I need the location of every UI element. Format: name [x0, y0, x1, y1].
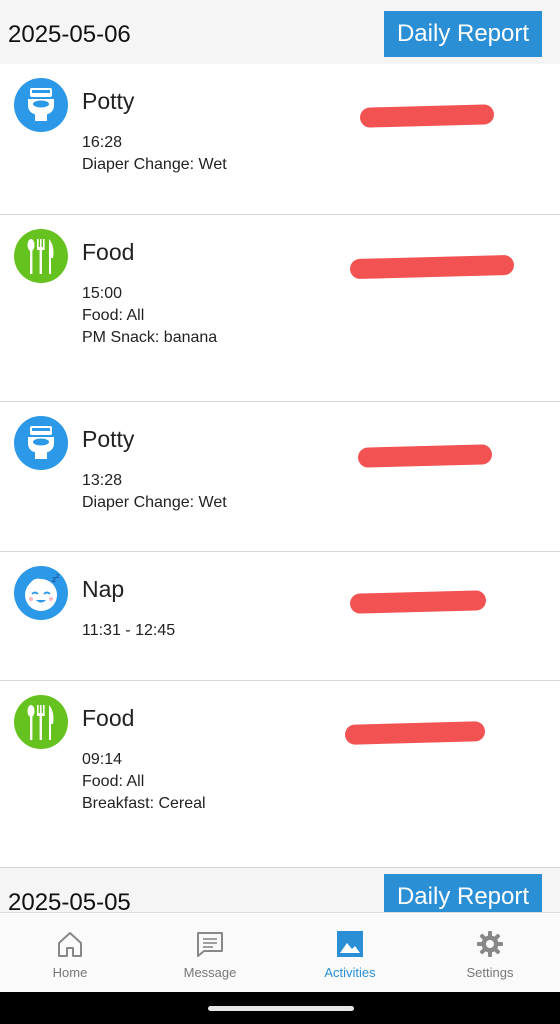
activity-time: 11:31 - 12:45 — [82, 622, 176, 639]
toilet-icon — [14, 416, 68, 470]
activity-time: 15:00 — [82, 285, 123, 302]
activity-title: Nap — [82, 576, 125, 602]
activity-title: Potty — [82, 88, 135, 114]
activity-detail: Diaper Change: Wet — [82, 156, 227, 173]
redaction-mark — [344, 721, 486, 745]
activity-title: Potty — [82, 426, 135, 452]
activity-detail: Food: All — [82, 773, 145, 790]
utensils-icon — [14, 695, 68, 749]
activity-title: Food — [82, 239, 135, 265]
redaction-mark — [349, 254, 515, 280]
message-icon — [197, 932, 223, 957]
activity-detail: Diaper Change: Wet — [82, 494, 227, 511]
system-nav-bar — [0, 992, 560, 1024]
daily-report-button[interactable]: Daily Report — [384, 11, 542, 57]
svg-text:z: z — [56, 573, 59, 580]
date-header: 2025-05-05 Daily Report — [0, 868, 560, 912]
activity-card-nap[interactable]: z z Nap 11:31 - 12:45 — [0, 552, 560, 681]
activity-card-potty[interactable]: Potty 13:28 Diaper Change: Wet — [0, 402, 560, 552]
redaction-mark — [359, 104, 495, 128]
activity-card-food[interactable]: Food 15:00 Food: All PM Snack: banana — [0, 215, 560, 402]
date-label: 2025-05-05 — [8, 889, 131, 912]
activity-detail: PM Snack: banana — [82, 329, 218, 346]
activity-time: 13:28 — [82, 472, 123, 489]
redaction-mark — [349, 590, 487, 614]
sleeping-baby-icon: z z — [14, 566, 68, 620]
gear-icon — [477, 931, 503, 957]
activity-time: 16:28 — [82, 134, 123, 151]
home-gesture-handle[interactable] — [208, 1006, 354, 1011]
activity-details: 13:28 Diaper Change: Wet — [82, 470, 227, 514]
activity-details: 09:14 Food: All Breakfast: Cereal — [82, 749, 206, 815]
redaction-mark — [357, 444, 493, 468]
activity-title: Food — [82, 705, 135, 731]
activity-details: 15:00 Food: All PM Snack: banana — [82, 283, 217, 349]
activity-time: 09:14 — [82, 751, 123, 768]
utensils-icon — [14, 229, 68, 283]
activity-card-food[interactable]: Food 09:14 Food: All Breakfast: Cereal — [0, 681, 560, 868]
home-icon — [58, 932, 82, 957]
tab-label: Settings — [466, 965, 514, 980]
activity-card-potty[interactable]: Potty 16:28 Diaper Change: Wet — [0, 64, 560, 215]
date-header: 2025-05-06 Daily Report — [0, 0, 560, 64]
tab-home[interactable]: Home — [0, 913, 140, 992]
activity-details: 16:28 Diaper Change: Wet — [82, 132, 227, 176]
tab-settings[interactable]: Settings — [420, 913, 560, 992]
activity-details: 11:31 - 12:45 — [82, 620, 175, 642]
activity-detail: Breakfast: Cereal — [82, 795, 206, 812]
tab-label: Activities — [324, 965, 376, 980]
tab-label: Message — [183, 965, 237, 980]
bottom-tab-bar: Home Message Activities Settings — [0, 912, 560, 992]
daily-report-button[interactable]: Daily Report — [384, 874, 542, 912]
toilet-icon — [14, 78, 68, 132]
date-label: 2025-05-06 — [8, 21, 131, 48]
activity-detail: Food: All — [82, 307, 145, 324]
tab-activities[interactable]: Activities — [280, 913, 420, 992]
tab-message[interactable]: Message — [140, 913, 280, 992]
picture-icon — [337, 931, 363, 957]
tab-label: Home — [52, 965, 88, 980]
